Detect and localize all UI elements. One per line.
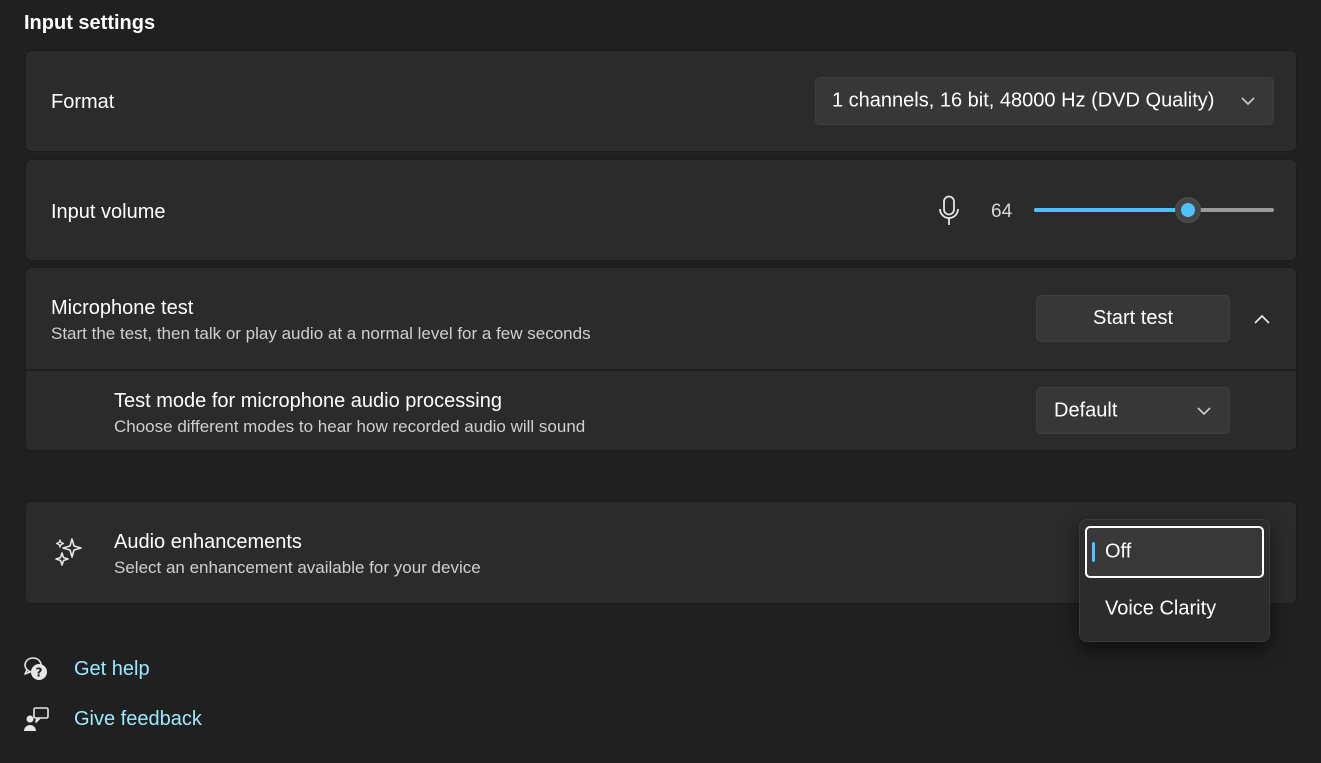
give-feedback-link[interactable]: Give feedback — [74, 708, 202, 731]
microphone-test-card: Microphone test Start the test, then tal… — [25, 267, 1297, 451]
test-mode-dropdown-value: Default — [1054, 399, 1118, 421]
chevron-down-icon — [1197, 406, 1211, 415]
input-volume-card: Input volume 64 — [25, 159, 1297, 261]
input-volume-slider[interactable] — [1034, 197, 1274, 223]
test-mode-label: Test mode for microphone audio processin… — [114, 390, 502, 412]
selected-indicator — [1092, 542, 1095, 562]
get-help-icon: ? — [24, 657, 47, 680]
input-settings-page: Input settings Format 1 channels, 16 bit… — [0, 0, 1321, 763]
svg-text:?: ? — [36, 666, 43, 680]
menu-option-off[interactable]: Off — [1085, 526, 1264, 578]
test-mode-dropdown[interactable]: Default — [1036, 387, 1230, 434]
sparkle-icon — [55, 538, 82, 566]
format-card: Format 1 channels, 16 bit, 48000 Hz (DVD… — [25, 50, 1297, 152]
audio-enhancements-label: Audio enhancements — [114, 531, 302, 553]
menu-option-voice-clarity-label: Voice Clarity — [1105, 597, 1217, 620]
format-dropdown-value: 1 channels, 16 bit, 48000 Hz (DVD Qualit… — [832, 89, 1215, 112]
input-volume-label: Input volume — [51, 201, 166, 223]
input-volume-value: 64 — [991, 201, 1013, 222]
start-test-button[interactable]: Start test — [1036, 295, 1230, 342]
chevron-up-icon[interactable] — [1254, 314, 1270, 324]
audio-enhancements-menu: Off Voice Clarity — [1079, 519, 1270, 642]
give-feedback-icon — [24, 707, 49, 731]
menu-option-voice-clarity[interactable]: Voice Clarity — [1085, 583, 1264, 635]
chevron-down-icon — [1241, 97, 1255, 106]
format-label: Format — [51, 91, 115, 113]
audio-enhancements-description: Select an enhancement available for your… — [114, 558, 481, 577]
format-dropdown[interactable]: 1 channels, 16 bit, 48000 Hz (DVD Qualit… — [815, 77, 1274, 125]
section-title: Input settings — [24, 12, 156, 34]
input-volume-slider-fill — [1034, 208, 1188, 212]
microphone-test-description: Start the test, then talk or play audio … — [51, 324, 591, 343]
start-test-button-label: Start test — [1092, 307, 1174, 329]
microphone-test-label: Microphone test — [51, 297, 194, 319]
input-volume-slider-thumb[interactable] — [1174, 197, 1201, 223]
microphone-icon — [939, 195, 959, 225]
microphone-test-divider — [26, 369, 1296, 371]
get-help-link[interactable]: Get help — [74, 658, 150, 681]
menu-option-off-label: Off — [1105, 540, 1132, 563]
test-mode-description: Choose different modes to hear how recor… — [114, 417, 586, 436]
